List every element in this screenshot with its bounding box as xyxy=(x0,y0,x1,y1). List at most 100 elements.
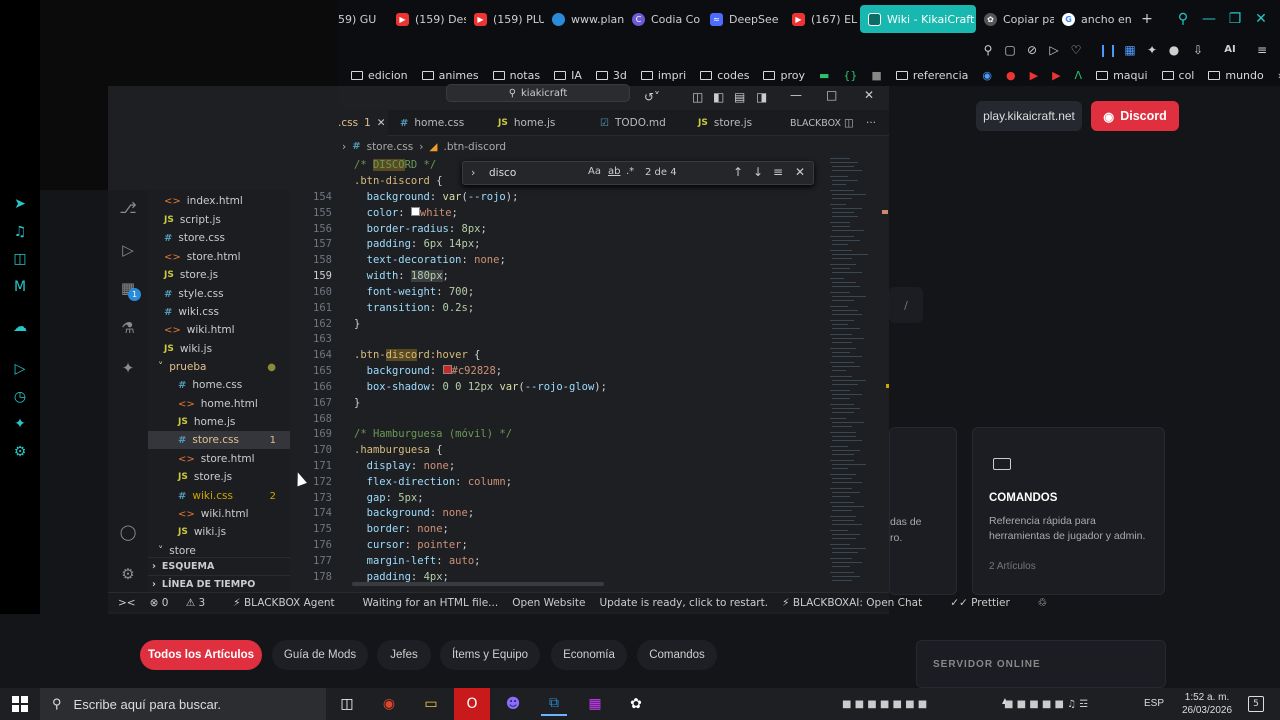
blackbox-agent-button[interactable]: ⚡ BLACKBOX Agent xyxy=(233,597,348,609)
file-item[interactable]: # wiki.css xyxy=(148,303,290,321)
opera-gx-icon[interactable]: O xyxy=(454,688,490,720)
category-items-button[interactable]: Ítems y Equipo xyxy=(440,640,540,670)
update-button[interactable]: Update is ready, click to restart. xyxy=(599,597,768,609)
close-icon[interactable]: ✕ xyxy=(1248,11,1274,27)
bookmark-icon[interactable]: Λ xyxy=(1068,69,1090,82)
play-circle-icon[interactable]: ▷ xyxy=(11,360,29,378)
folder-item[interactable]: ˅ prueba ● xyxy=(148,358,290,376)
open-website-button[interactable]: Open Website xyxy=(512,597,585,609)
category-bosses-button[interactable]: Jefes xyxy=(377,640,431,670)
browser-tab-active[interactable]: Wiki - KikaiCraft xyxy=(860,5,976,33)
file-item[interactable]: # wiki.css 2 xyxy=(148,487,290,505)
block-icon[interactable]: ⊘ xyxy=(1024,42,1040,58)
task-view-icon[interactable]: ◫ xyxy=(334,692,360,716)
command-center-search[interactable]: ⚲ kiakicraft xyxy=(446,84,630,102)
problems-indicator[interactable]: ⊗ 0 ⚠ 3 xyxy=(150,597,220,609)
bookmark-folder[interactable]: impri xyxy=(634,69,693,82)
minimap[interactable] xyxy=(828,156,889,592)
minimize-icon[interactable]: — xyxy=(1196,11,1222,27)
windows-start-icon[interactable] xyxy=(12,696,28,712)
browser-tab[interactable]: ≈ DeepSee xyxy=(702,5,784,33)
settings-icon[interactable]: ⚙ xyxy=(11,443,29,461)
clock-icon[interactable]: ◷ xyxy=(11,388,29,406)
bookmark-folder[interactable]: maqui xyxy=(1089,69,1154,82)
bell-icon[interactable]: ♲ xyxy=(1038,597,1047,609)
browser-tab[interactable]: ✿ Copiar pa xyxy=(976,5,1054,33)
regex-icon[interactable]: .* xyxy=(626,166,634,177)
bookmark-icon[interactable]: ■ xyxy=(864,69,888,82)
editor-tab[interactable]: JS home.js xyxy=(498,110,555,136)
run-debug-icon[interactable]: ▷ xyxy=(118,240,138,260)
menu-icon[interactable]: ≡ xyxy=(1254,42,1270,58)
taskbar-search[interactable]: ⚲ Escribe aquí para buscar. xyxy=(40,688,326,720)
editor-tab[interactable]: # home.css xyxy=(400,110,464,136)
chatgpt-taskbar-icon[interactable]: ✿ xyxy=(623,692,649,716)
arrow-down-icon[interactable]: ↓ xyxy=(753,165,763,179)
bookmark-folder[interactable]: edicion xyxy=(344,69,415,82)
category-commands-button[interactable]: Comandos xyxy=(637,640,717,670)
new-tab-icon[interactable]: + xyxy=(1134,11,1160,27)
translate-icon[interactable]: ▦ xyxy=(1122,42,1138,58)
bookmark-icon[interactable]: ● xyxy=(999,69,1023,82)
maximize-icon[interactable]: □ xyxy=(826,88,837,102)
file-item[interactable]: JS store.js xyxy=(148,266,290,284)
twitch-icon[interactable]: ☁ xyxy=(11,318,29,336)
timeline-section[interactable]: › LÍNEA DE TIEMPO xyxy=(148,575,290,592)
file-item[interactable]: JS store.js xyxy=(148,468,290,486)
youtube-icon[interactable]: ▶ xyxy=(1045,69,1067,82)
player-icon[interactable]: ♫ xyxy=(11,223,29,241)
chrome-icon[interactable]: ◉ xyxy=(376,692,402,716)
restore-icon[interactable]: ❐ xyxy=(1222,11,1248,27)
category-all-button[interactable]: Todos los Artículos xyxy=(140,640,262,670)
panel-toggle-icon[interactable]: ▤ xyxy=(734,90,745,104)
bookmark-folder[interactable]: referencia xyxy=(889,69,976,82)
download-icon[interactable]: ⇩ xyxy=(1190,42,1206,58)
editor-tab[interactable]: JS store.js xyxy=(698,110,752,136)
minimize-icon[interactable]: — xyxy=(790,88,802,102)
secondary-sidebar-icon[interactable]: ◨ xyxy=(756,90,767,104)
category-card-comandos[interactable]: COMANDOS Referencia rápida para herramie… xyxy=(972,427,1165,595)
discord-taskbar-icon[interactable]: ☻ xyxy=(500,692,526,716)
bookmark-folder[interactable]: notas xyxy=(486,69,548,82)
chevron-right-icon[interactable]: › xyxy=(471,166,475,179)
whole-word-icon[interactable]: ab xyxy=(608,166,620,177)
arrow-up-icon[interactable]: ↑ xyxy=(733,165,743,179)
category-economy-button[interactable]: Economía xyxy=(551,640,627,670)
file-item-selected[interactable]: # store.css 1 xyxy=(148,431,290,449)
close-icon[interactable]: ✕ xyxy=(795,165,805,179)
remote-icon[interactable]: >< xyxy=(118,597,136,609)
file-item[interactable]: JS wiki.js xyxy=(148,340,290,358)
horizontal-scrollbar[interactable] xyxy=(352,582,604,586)
account-icon[interactable]: ◯ xyxy=(118,522,138,542)
browser-tab[interactable]: www.plan xyxy=(544,5,624,33)
browser-tab[interactable]: 59) GU xyxy=(338,5,388,33)
system-tray-icons[interactable]: ■ ■ ■ ■ ■ ♫ ☲ xyxy=(1004,692,1142,716)
ai-button[interactable]: AI xyxy=(1216,42,1244,58)
steam-icon[interactable]: ◉ xyxy=(975,69,999,82)
m-icon[interactable]: M xyxy=(11,278,29,296)
breadcrumb-file[interactable]: store.css xyxy=(367,141,414,153)
match-case-icon[interactable]: Aa xyxy=(588,166,601,177)
layout-icon[interactable]: ◫ xyxy=(692,90,703,104)
category-card[interactable]: das de ro. xyxy=(889,427,957,595)
find-input[interactable]: disco xyxy=(489,165,595,181)
close-icon[interactable]: ✕ xyxy=(377,117,386,129)
browser-tab[interactable]: C Codia Co xyxy=(624,5,702,33)
bookmark-folder[interactable]: proy xyxy=(756,69,812,82)
file-item[interactable]: JS home.js xyxy=(148,413,290,431)
screenshot-icon[interactable]: ▢ xyxy=(1002,42,1018,58)
bookmark-folder[interactable]: animes xyxy=(415,69,486,82)
pin-icon[interactable]: ⚲ xyxy=(980,42,996,58)
tray-app-icons[interactable]: ■ ■ ■ ■ ■ ■ ■ xyxy=(842,692,992,716)
file-item[interactable]: <> index.html xyxy=(148,192,290,210)
cube-icon[interactable]: ◫ xyxy=(11,250,29,268)
editor-tab[interactable]: ☑ TODO.md xyxy=(600,110,666,136)
code-editor[interactable]: /* DISCORD */ .btn-discord { background:… xyxy=(340,156,828,592)
blackbox-tab[interactable]: BLACKBOX xyxy=(790,110,841,136)
editor-tab-active[interactable]: .css 1 ✕ xyxy=(338,110,388,136)
app-icon[interactable]: ▦ xyxy=(582,692,608,716)
category-mods-button[interactable]: Guía de Mods xyxy=(272,640,368,670)
bookmark-icon[interactable]: ▬ xyxy=(812,69,836,82)
file-item[interactable]: # store.css xyxy=(148,229,290,247)
bookmark-folder[interactable]: codes xyxy=(693,69,756,82)
